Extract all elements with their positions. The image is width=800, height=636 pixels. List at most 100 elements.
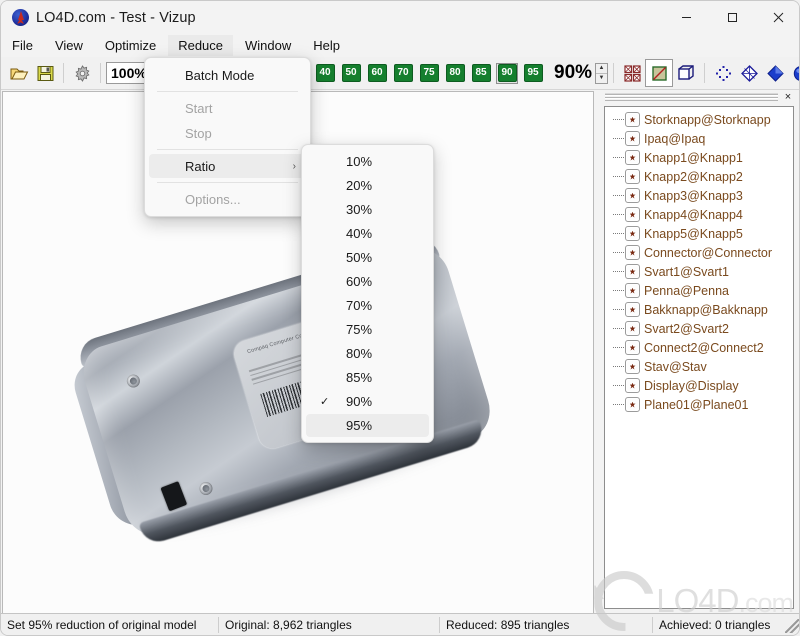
tree-node-icon[interactable] (625, 359, 640, 374)
tree-panel-titlebar[interactable]: × (601, 90, 799, 104)
spinner-down-button[interactable]: ▼ (596, 74, 607, 83)
menu-view[interactable]: View (45, 35, 93, 56)
tree-node[interactable]: Knapp4@Knapp4 (605, 205, 793, 224)
ratio-option-50[interactable]: 50% (306, 246, 429, 269)
ratio-option-90-label: 90% (346, 394, 373, 409)
ratio-option-75[interactable]: 75% (306, 318, 429, 341)
tree-node-icon[interactable] (625, 169, 640, 184)
tree-node[interactable]: Connector@Connector (605, 243, 793, 262)
gear-icon[interactable] (69, 60, 95, 86)
tree-node-icon[interactable] (625, 188, 640, 203)
resize-grip-icon[interactable] (785, 619, 799, 633)
outline-diamond-icon[interactable] (736, 60, 762, 86)
tree-node-icon[interactable] (625, 207, 640, 222)
tree-node[interactable]: Svart2@Svart2 (605, 319, 793, 338)
ratio-option-85[interactable]: 85% (306, 366, 429, 389)
ratio-option-70[interactable]: 70% (306, 294, 429, 317)
tree-node-icon[interactable] (625, 397, 640, 412)
ratio-button-70[interactable]: 70 (392, 63, 414, 84)
tree-panel-close-icon[interactable]: × (781, 91, 795, 104)
tree-connector-icon (613, 327, 624, 330)
ratio-button-40[interactable]: 40 (314, 63, 336, 84)
tree-node[interactable]: Connect2@Connect2 (605, 338, 793, 357)
ratio-submenu: 10% 20% 30% 40% 50% 60% 70% 75% 80% 85% … (301, 144, 434, 443)
tree-node-icon[interactable] (625, 302, 640, 317)
tree-node-icon[interactable] (625, 378, 640, 393)
open-folder-icon[interactable] (6, 60, 32, 86)
tree-connector-icon (613, 137, 624, 140)
close-button[interactable] (755, 1, 799, 34)
ratio-button-90[interactable]: 90 (496, 62, 518, 84)
tree-node-icon[interactable] (625, 150, 640, 165)
tree-node[interactable]: Svart1@Svart1 (605, 262, 793, 281)
tree-node-icon[interactable] (625, 264, 640, 279)
tree-node[interactable]: Knapp3@Knapp3 (605, 186, 793, 205)
menu-item-stop: Stop (185, 125, 212, 141)
tree-node[interactable]: Bakknapp@Bakknapp (605, 300, 793, 319)
window-controls (663, 1, 799, 34)
points-icon[interactable] (710, 60, 736, 86)
tree-node-icon[interactable] (625, 340, 640, 355)
percent-spinner[interactable]: ▲ ▼ (595, 62, 609, 84)
shaded-square-icon[interactable] (645, 59, 674, 87)
tree-node-label: Ipaq@Ipaq (644, 131, 706, 146)
ratio-button-85[interactable]: 85 (470, 63, 492, 84)
scene-tree[interactable]: Storknapp@Storknapp Ipaq@Ipaq Knapp1@Kna… (604, 106, 794, 609)
tree-node-label: Knapp1@Knapp1 (644, 150, 743, 165)
tree-node-icon[interactable] (625, 131, 640, 146)
wireframe-grid-icon[interactable] (619, 60, 645, 86)
menu-item-batch-mode[interactable]: Batch Mode (149, 63, 306, 87)
tree-node[interactable]: Knapp2@Knapp2 (605, 167, 793, 186)
tree-node[interactable]: Ipaq@Ipaq (605, 129, 793, 148)
ratio-button-60[interactable]: 60 (366, 63, 388, 84)
ratio-option-80[interactable]: 80% (306, 342, 429, 365)
menu-reduce[interactable]: Reduce (168, 35, 234, 56)
ratio-option-10[interactable]: 10% (306, 150, 429, 173)
tree-node-icon[interactable] (625, 112, 640, 127)
menu-file[interactable]: File (2, 35, 43, 56)
sphere-icon[interactable] (788, 60, 799, 86)
tree-node-label: Svart1@Svart1 (644, 264, 729, 279)
percent-value-label: 90% (554, 62, 593, 83)
status-reduced-triangles: Reduced: 895 triangles (446, 617, 570, 632)
ratio-option-90[interactable]: ✓ 90% (306, 390, 429, 413)
ratio-button-80[interactable]: 80 (444, 63, 466, 84)
tree-connector-icon (613, 346, 624, 349)
title-bar: LO4D.com - Test - Vizup (1, 1, 799, 34)
spinner-up-button[interactable]: ▲ (596, 64, 608, 74)
menu-optimize[interactable]: Optimize (95, 35, 166, 56)
tree-node-icon[interactable] (625, 321, 640, 336)
ratio-option-20[interactable]: 20% (306, 174, 429, 197)
tree-connector-icon (613, 403, 624, 406)
tree-connector-icon (613, 384, 624, 387)
tree-node-label: Connect2@Connect2 (644, 340, 764, 355)
tree-node-icon[interactable] (625, 245, 640, 260)
save-disk-icon[interactable] (32, 60, 58, 86)
bounding-box-icon[interactable] (673, 60, 699, 86)
menu-window[interactable]: Window (235, 35, 301, 56)
maximize-button[interactable] (709, 1, 755, 34)
ratio-option-95[interactable]: 95% (306, 414, 429, 437)
ratio-option-40[interactable]: 40% (306, 222, 429, 245)
minimize-button[interactable] (663, 1, 709, 34)
solid-diamond-icon[interactable] (762, 60, 788, 86)
tree-node[interactable]: Storknapp@Storknapp (605, 110, 793, 129)
menu-help[interactable]: Help (303, 35, 350, 56)
ratio-option-60[interactable]: 60% (306, 270, 429, 293)
ratio-button-75[interactable]: 75 (418, 63, 440, 84)
ratio-button-50[interactable]: 50 (340, 63, 362, 84)
tree-node[interactable]: Penna@Penna (605, 281, 793, 300)
menu-item-ratio[interactable]: Ratio › (149, 154, 306, 178)
tree-node[interactable]: Display@Display (605, 376, 793, 395)
status-message: Set 95% reduction of original model (7, 617, 197, 632)
tree-node-label: Stav@Stav (644, 359, 707, 374)
ratio-option-30[interactable]: 30% (306, 198, 429, 221)
tree-node[interactable]: Plane01@Plane01 (605, 395, 793, 414)
tree-panel-grip[interactable] (605, 93, 778, 101)
ratio-button-95[interactable]: 95 (522, 63, 544, 84)
tree-node-icon[interactable] (625, 226, 640, 241)
tree-node[interactable]: Knapp5@Knapp5 (605, 224, 793, 243)
tree-node[interactable]: Stav@Stav (605, 357, 793, 376)
tree-node-icon[interactable] (625, 283, 640, 298)
tree-node[interactable]: Knapp1@Knapp1 (605, 148, 793, 167)
